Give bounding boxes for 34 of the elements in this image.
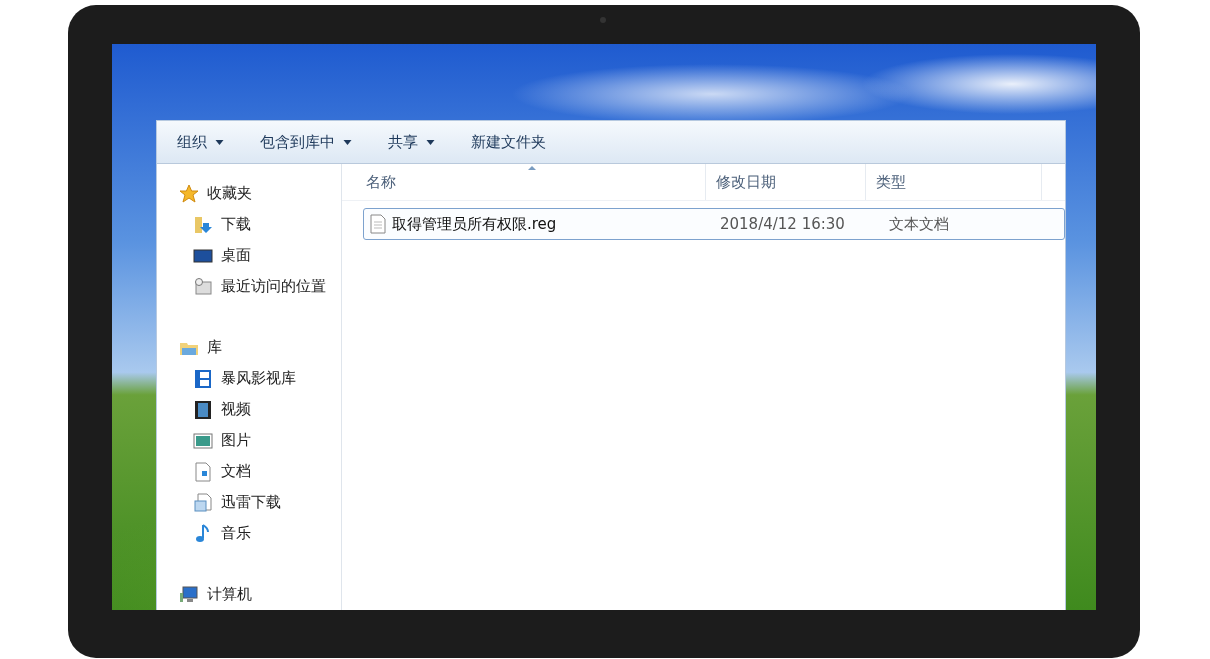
picture-icon <box>193 430 213 451</box>
file-name: 取得管理员所有权限.reg <box>392 214 557 234</box>
nav-item[interactable]: 桌面 <box>157 240 341 271</box>
toolbar-button[interactable]: 共享 <box>378 128 445 156</box>
text-file-icon <box>370 214 386 234</box>
nav-group[interactable]: 库 <box>157 332 341 363</box>
caret-icon <box>426 139 435 145</box>
toolbar-button[interactable]: 组织 <box>167 128 234 156</box>
nav-item[interactable]: 迅雷下载 <box>157 487 341 518</box>
recent-icon <box>193 276 213 297</box>
toolbar-button[interactable]: 新建文件夹 <box>461 128 556 156</box>
nav-group[interactable]: 计算机 <box>157 579 341 610</box>
nav-item[interactable]: 图片 <box>157 425 341 456</box>
nav-item[interactable]: 暴风影视库 <box>157 363 341 394</box>
nav-item[interactable]: 最近访问的位置 <box>157 271 341 302</box>
modified-date: 2018/4/12 16:30 <box>719 215 846 233</box>
file-type: 文本文档 <box>888 214 951 234</box>
nav-item[interactable]: 文档 <box>157 456 341 487</box>
document-icon <box>193 461 213 482</box>
download-icon <box>193 214 213 235</box>
sort-arrow-icon <box>527 166 536 170</box>
nav-item[interactable]: 下载 <box>157 209 341 240</box>
column-header[interactable]: 类型 <box>866 164 1042 200</box>
video-icon <box>193 399 213 420</box>
caret-icon <box>215 139 224 145</box>
nav-group[interactable]: 收藏夹 <box>157 178 341 209</box>
nav-item[interactable]: 音乐 <box>157 518 341 549</box>
column-header[interactable]: 修改日期 <box>706 164 866 200</box>
nav-item[interactable]: 视频 <box>157 394 341 425</box>
toolbar-button[interactable]: 包含到库中 <box>250 128 362 156</box>
caret-icon <box>343 139 352 145</box>
column-header[interactable]: 名称 <box>342 164 706 200</box>
file-row[interactable]: 取得管理员所有权限.reg 2018/4/12 16:30 文本文档 <box>363 208 1065 240</box>
film-icon <box>193 368 213 389</box>
